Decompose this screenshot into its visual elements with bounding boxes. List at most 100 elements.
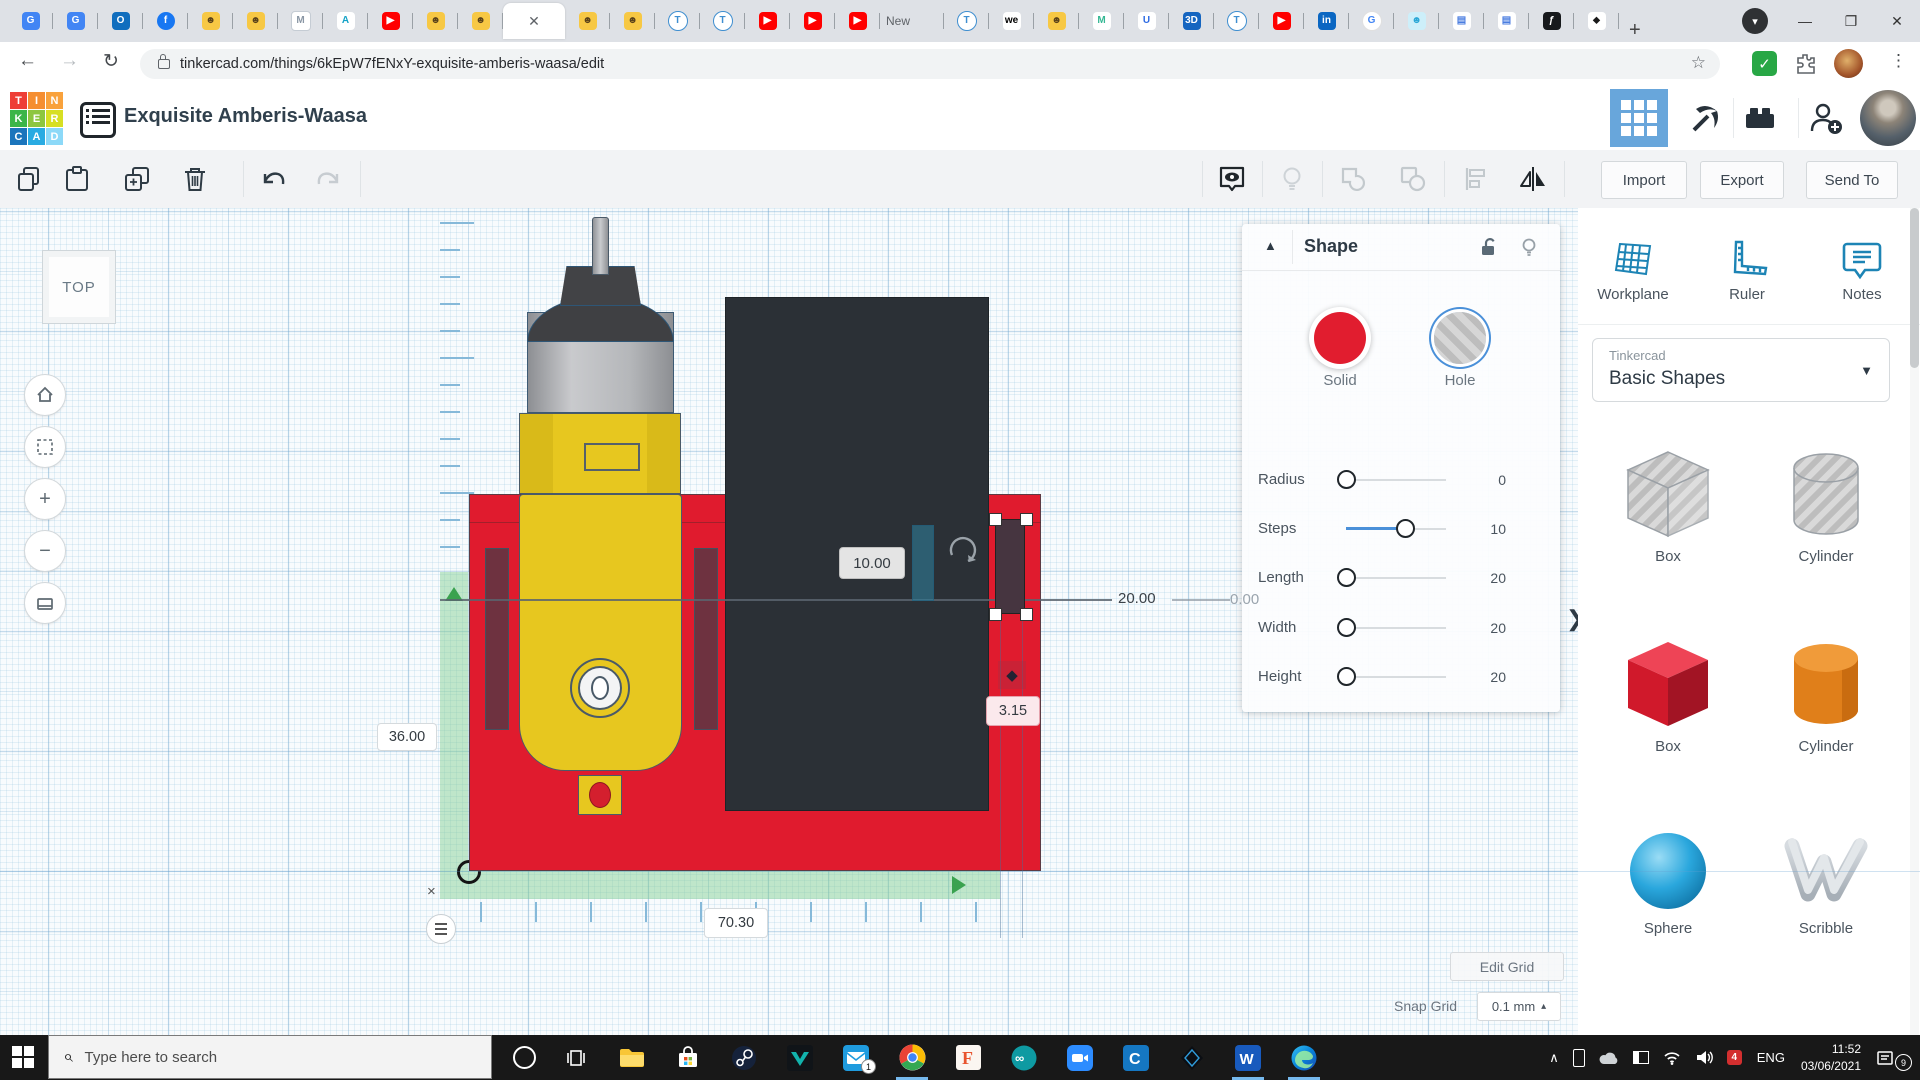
taskbar-app-diamond[interactable]	[1168, 1035, 1216, 1080]
snap-grid-select[interactable]: 0.1 mm ▴	[1477, 992, 1561, 1021]
dashboard-grid-button[interactable]	[1610, 89, 1668, 147]
browser-tab[interactable]: ☻	[610, 4, 655, 38]
browser-tab[interactable]: 3D	[1169, 4, 1214, 38]
import-button[interactable]: Import	[1601, 161, 1687, 199]
browser-tab[interactable]: ▤	[1484, 4, 1529, 38]
taskbar-app-fusion[interactable]: F	[944, 1035, 992, 1080]
browser-tab[interactable]: T	[655, 4, 700, 38]
dim-input-36[interactable]: 36.00	[377, 723, 437, 751]
browser-tab[interactable]: ☻	[188, 4, 233, 38]
browser-tab[interactable]: ☻	[233, 4, 278, 38]
fit-view-button[interactable]	[24, 426, 66, 468]
browser-tab[interactable]: M	[278, 4, 323, 38]
browser-tab[interactable]: ⬥	[1574, 4, 1619, 38]
minimize-button[interactable]: —	[1782, 0, 1828, 42]
browser-tab[interactable]: ☻	[1034, 4, 1079, 38]
reload-button[interactable]: ↻	[103, 50, 119, 73]
browser-tab[interactable]: T	[700, 4, 745, 38]
browser-tab[interactable]: U	[1124, 4, 1169, 38]
taskbar-app-arduino[interactable]: ∞	[1000, 1035, 1048, 1080]
taskbar-app-cura[interactable]: C	[1112, 1035, 1160, 1080]
back-button[interactable]: ←	[18, 50, 37, 72]
new-tab-button[interactable]: +	[1629, 19, 1641, 42]
shape-tile-box[interactable]: Box	[1613, 446, 1723, 565]
browser-tab[interactable]: G	[1349, 4, 1394, 38]
browser-tab[interactable]: ☻	[458, 4, 503, 38]
browser-tab[interactable]: ☻	[565, 4, 610, 38]
browser-tab[interactable]: G	[53, 4, 98, 38]
delete-trash-icon[interactable]	[180, 164, 210, 194]
browser-tab[interactable]: ▶	[835, 4, 880, 38]
ruler-menu-button[interactable]	[426, 914, 456, 944]
tab-close-icon[interactable]: ✕	[528, 13, 540, 30]
shape-library-select[interactable]: Tinkercad Basic Shapes ▼	[1592, 338, 1890, 402]
dim-label-20[interactable]: 20.00	[1118, 590, 1156, 607]
taskbar-app-mail[interactable]: 1	[832, 1035, 880, 1080]
language-indicator[interactable]: ENG	[1757, 1050, 1785, 1065]
volume-icon[interactable]	[1695, 1050, 1713, 1065]
browser-tab[interactable]: ▶	[1259, 4, 1304, 38]
address-bar[interactable]: tinkercad.com/things/6kEpW7fENxY-exquisi…	[140, 49, 1720, 79]
browser-tab[interactable]: M	[1079, 4, 1124, 38]
start-button[interactable]	[12, 1046, 34, 1068]
close-button[interactable]: ✕	[1874, 0, 1920, 42]
url-text[interactable]: tinkercad.com/things/6kEpW7fENxY-exquisi…	[180, 56, 604, 72]
minecraft-pickaxe-icon[interactable]	[1686, 100, 1722, 136]
browser-tab-active[interactable]: ✕	[503, 3, 565, 39]
browser-tab[interactable]: T	[944, 4, 989, 38]
screen-snip-icon[interactable]	[1632, 1051, 1649, 1064]
hole-preview-teal[interactable]	[912, 525, 934, 601]
motor-shaft[interactable]	[592, 217, 609, 275]
taskbar-app-folder[interactable]	[608, 1035, 656, 1080]
maximize-button[interactable]: ❐	[1828, 0, 1874, 42]
browser-profile-icon[interactable]: ▾	[1742, 8, 1768, 34]
taskbar-app-steam[interactable]	[720, 1035, 768, 1080]
taskbar-app-store[interactable]	[664, 1035, 712, 1080]
browser-tab[interactable]: ☻	[1394, 4, 1439, 38]
shape-tile-box[interactable]: Box	[1613, 636, 1723, 755]
browser-tab[interactable]: f	[143, 4, 188, 38]
taskbar-app-word[interactable]: W	[1224, 1035, 1272, 1080]
tray-expand-icon[interactable]: ∧	[1549, 1050, 1559, 1066]
notes-tool[interactable]: Notes	[1812, 236, 1912, 303]
browser-tab[interactable]: T	[1214, 4, 1259, 38]
slider-value[interactable]: 20	[1466, 669, 1506, 685]
design-title[interactable]: Exquisite Amberis-Waasa	[124, 105, 367, 128]
sidebar-scrollbar[interactable]	[1910, 208, 1919, 1035]
view-cube[interactable]: TOP	[42, 250, 116, 324]
selection-handle[interactable]	[989, 608, 1002, 621]
onedrive-cloud-icon[interactable]	[1599, 1051, 1619, 1065]
browser-tab[interactable]: ▶	[745, 4, 790, 38]
slider-value[interactable]: 0	[1466, 472, 1506, 488]
solid-color-button[interactable]	[1314, 312, 1366, 364]
bookmark-star-icon[interactable]: ☆	[1691, 53, 1706, 73]
taskbar-app-zoom[interactable]	[1056, 1035, 1104, 1080]
browser-tab[interactable]: G	[8, 4, 53, 38]
undo-icon[interactable]	[258, 164, 288, 194]
cortana-button[interactable]	[500, 1035, 548, 1080]
slider-value[interactable]: 20	[1466, 570, 1506, 586]
length-slider-knob[interactable]	[1337, 568, 1356, 587]
home-view-button[interactable]	[24, 374, 66, 416]
lego-brick-icon[interactable]	[1742, 100, 1778, 136]
taskbar-app-chrome[interactable]	[888, 1035, 936, 1080]
height-slider-knob[interactable]	[1337, 667, 1356, 686]
selection-handle[interactable]	[1020, 608, 1033, 621]
browser-tab[interactable]: ▤	[1439, 4, 1484, 38]
extension-check-icon[interactable]: ✓	[1752, 51, 1777, 76]
duplicate-icon[interactable]	[122, 164, 152, 194]
mirror-flip-icon[interactable]	[1518, 164, 1548, 194]
dim-input-315[interactable]: 3.15	[986, 696, 1040, 726]
browser-tab[interactable]: ☻	[413, 4, 458, 38]
browser-tab[interactable]: New	[880, 4, 944, 38]
taskbar-search[interactable]: ⌕ Type here to search	[48, 1035, 492, 1079]
shape-tile-cylinder[interactable]: Cylinder	[1771, 446, 1881, 565]
radius-slider-knob[interactable]	[1337, 470, 1356, 489]
phone-icon[interactable]	[1572, 1048, 1585, 1067]
selected-shape[interactable]	[995, 519, 1025, 614]
browser-tab[interactable]: ƒ	[1529, 4, 1574, 38]
browser-tab[interactable]: ▶	[790, 4, 835, 38]
steps-slider-knob[interactable]	[1396, 519, 1415, 538]
taskbar-app-predator[interactable]	[776, 1035, 824, 1080]
dim-input-10[interactable]: 10.00	[839, 547, 905, 579]
